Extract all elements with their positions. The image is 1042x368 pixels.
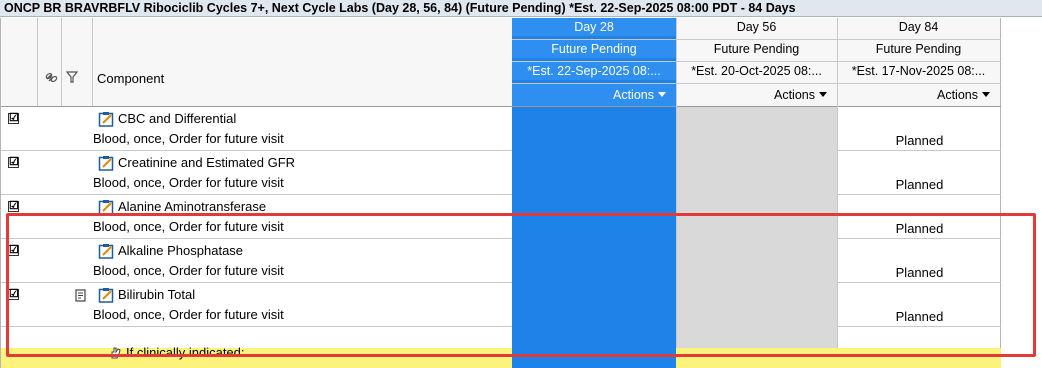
divider <box>837 194 1001 195</box>
component-header[interactable]: Component <box>97 70 164 88</box>
chevron-down-icon <box>819 92 827 97</box>
row-checkbox[interactable]: ☑ <box>8 201 19 212</box>
divider <box>837 150 1001 151</box>
link-icon[interactable] <box>44 70 60 84</box>
row-checkbox[interactable]: ☑ <box>8 157 19 168</box>
order-name[interactable]: Creatinine and Estimated GFR <box>118 154 295 172</box>
col-day84-status: Future Pending <box>837 40 1000 62</box>
highlight-box <box>6 213 1036 357</box>
divider <box>512 39 1001 40</box>
col-day84-actions[interactable]: Actions <box>837 84 1000 106</box>
col-day84-day: Day 84 <box>837 18 1000 40</box>
order-detail[interactable]: Blood, once, Order for future visit <box>93 130 284 148</box>
plan-title: ONCP BR BRAVRBFLV Ribociclib Cycles 7+, … <box>0 0 1042 17</box>
filter-icon[interactable] <box>66 70 78 84</box>
day84-status[interactable]: Planned <box>837 176 1002 194</box>
divider <box>37 18 38 106</box>
divider <box>92 18 93 106</box>
row-checkbox[interactable]: ☑ <box>8 113 19 124</box>
col-day56-status: Future Pending <box>676 40 837 62</box>
col-day56-est: *Est. 20-Oct-2025 08:... <box>676 62 837 84</box>
divider <box>1 194 512 195</box>
order-name[interactable]: CBC and Differential <box>118 110 236 128</box>
col-day28-day: Day 28 <box>512 18 676 36</box>
order-clipboard-icon <box>98 112 114 127</box>
chevron-down-icon <box>658 92 666 97</box>
divider <box>1 150 512 151</box>
divider <box>61 18 62 106</box>
col-day84-est: *Est. 17-Nov-2025 08:... <box>837 62 1000 84</box>
header-left-area <box>1 18 512 106</box>
actions-label: Actions <box>613 88 654 102</box>
actions-label: Actions <box>774 88 815 102</box>
col-day28-actions[interactable]: Actions <box>512 84 676 106</box>
divider <box>1 106 1001 107</box>
day84-status[interactable]: Planned <box>837 132 1002 150</box>
chevron-down-icon <box>982 92 990 97</box>
order-detail[interactable]: Blood, once, Order for future visit <box>93 174 284 192</box>
actions-label: Actions <box>937 88 978 102</box>
col-day56-actions[interactable]: Actions <box>676 84 837 106</box>
order-clipboard-icon <box>98 156 114 171</box>
col-day28-status: Future Pending <box>512 40 676 58</box>
divider <box>512 83 1001 84</box>
divider <box>512 61 1001 62</box>
col-day28-est: *Est. 22-Sep-2025 08:... <box>512 62 676 80</box>
col-day56-day: Day 56 <box>676 18 837 40</box>
